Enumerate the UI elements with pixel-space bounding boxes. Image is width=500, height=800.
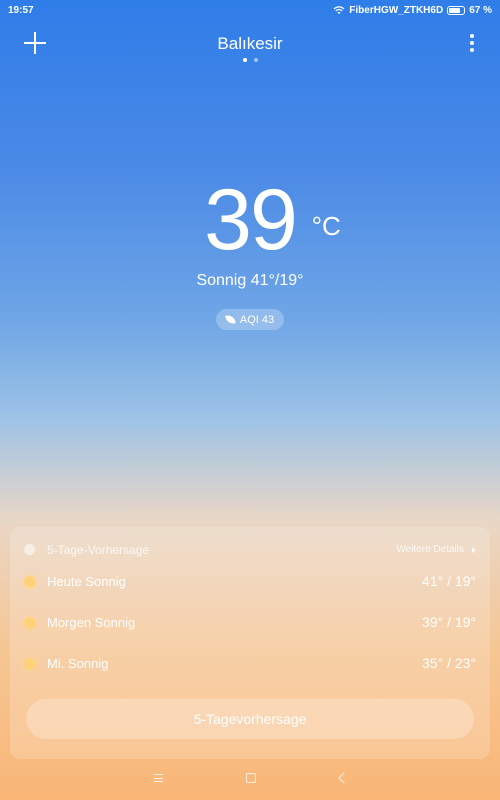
forecast-row[interactable]: Mi. Sonnig 35° / 23°: [24, 655, 476, 675]
five-day-forecast-button[interactable]: 5-Tagevorhersage: [26, 699, 474, 739]
forecast-row[interactable]: Morgen Sonnig 39° / 19°: [24, 614, 476, 634]
temperature-value: 39: [204, 172, 298, 268]
forecast-day: Morgen: [47, 615, 92, 630]
current-temperature-block: 39 °C: [0, 170, 500, 270]
navigation-bar: [0, 760, 500, 800]
condition-text: Sonnig: [196, 272, 247, 289]
sun-icon: [24, 658, 36, 670]
home-icon[interactable]: [246, 773, 256, 783]
battery-percent: 67 %: [469, 5, 492, 16]
forecast-condition: Sonnig: [85, 574, 126, 589]
aqi-badge[interactable]: AQI 43: [216, 309, 284, 330]
current-temperature: 39 °C: [204, 170, 341, 270]
forecast-temps: 39° / 19°: [421, 614, 476, 630]
forecast-icon: [24, 544, 35, 555]
status-right: FiberHGW_ZTKH6D 67 %: [333, 5, 492, 16]
status-bar: 19:57 FiberHGW_ZTKH6D 67 %: [0, 0, 500, 22]
forecast-card: 5-Tage-Vorhersage Weitere Details Heute …: [10, 527, 490, 759]
page-indicator: [0, 58, 500, 62]
more-vertical-icon[interactable]: [470, 34, 474, 52]
status-time: 19:57: [8, 5, 34, 16]
sun-icon: [24, 576, 36, 588]
leaf-icon: [225, 314, 236, 325]
more-details-link[interactable]: Weitere Details: [396, 544, 464, 555]
forecast-day: Mi.: [47, 656, 65, 671]
high-low: 41°/19°: [250, 272, 304, 289]
current-condition: Sonnig 41°/19°: [0, 272, 500, 290]
forecast-condition: Sonnig: [94, 615, 136, 630]
city-title: Balıkesir: [217, 34, 283, 53]
menu-icon[interactable]: [154, 774, 163, 782]
back-icon[interactable]: [338, 772, 350, 784]
page-dot-active: [242, 58, 247, 62]
temperature-unit: °C: [311, 211, 341, 241]
battery-icon: [447, 6, 466, 15]
wifi-icon: [333, 6, 345, 14]
forecast-row[interactable]: Heute Sonnig 41° / 19°: [24, 573, 476, 593]
forecast-day: Heute: [47, 574, 82, 589]
forecast-title: 5-Tage-Vorhersage: [47, 543, 150, 557]
page-dot: [253, 58, 258, 62]
sun-icon: [24, 617, 36, 629]
chevron-right-icon[interactable]: [472, 547, 476, 553]
forecast-condition: Sonnig: [67, 656, 109, 671]
forecast-temps: 41° / 19°: [421, 573, 476, 589]
aqi-value: AQI 43: [239, 313, 275, 326]
forecast-header: 5-Tage-Vorhersage Weitere Details: [24, 543, 476, 561]
network-name: FiberHGW_ZTKH6D: [349, 5, 444, 16]
forecast-temps: 35° / 23°: [421, 655, 476, 671]
